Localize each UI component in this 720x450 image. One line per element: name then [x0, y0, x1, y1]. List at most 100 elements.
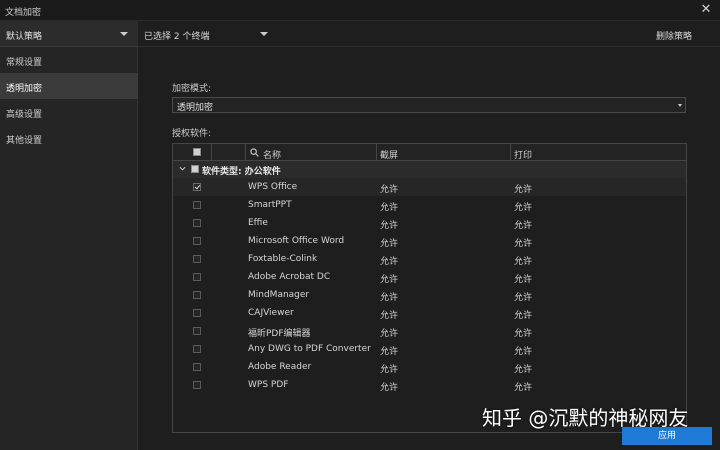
policy-select-value: 默认策略 [6, 32, 43, 42]
table-row[interactable]: Effie 允许 允许 [173, 214, 686, 232]
header-print[interactable]: 打印 [514, 148, 532, 161]
row-screenshot: 允许 [380, 239, 399, 249]
encryption-mode-select[interactable]: 透明加密 [172, 97, 686, 113]
row-name: WPS PDF [248, 380, 289, 390]
row-print: 允许 [514, 203, 533, 213]
row-print: 允许 [514, 185, 533, 195]
authorized-software-label: 授权软件: [172, 129, 212, 139]
row-screenshot: 允许 [380, 347, 399, 357]
title-bar: 文档加密 ✕ [0, 0, 720, 21]
row-checkbox[interactable] [193, 363, 201, 371]
window-title: 文档加密 [5, 8, 42, 18]
chevron-down-icon [120, 32, 128, 36]
row-checkbox[interactable] [193, 327, 201, 335]
group-row: 软件类型: 办公软件 [173, 161, 686, 178]
column-divider [510, 144, 511, 161]
row-name: WPS Office [248, 182, 298, 192]
row-screenshot: 允许 [380, 365, 399, 375]
sidebar-item-other[interactable]: 其他设置 [0, 125, 138, 151]
row-print: 允许 [514, 383, 533, 393]
table-row[interactable]: Any DWG to PDF Converter 允许 允许 [173, 340, 686, 358]
row-screenshot: 允许 [380, 311, 399, 321]
table-row[interactable]: 福昕PDF编辑器 允许 允许 [173, 322, 686, 340]
top-bar: 已选择 2 个终端 删除策略 [138, 21, 720, 47]
row-name: Adobe Reader [248, 362, 312, 372]
row-screenshot: 允许 [380, 275, 399, 285]
encryption-mode-value: 透明加密 [177, 103, 214, 113]
row-print: 允许 [514, 347, 533, 357]
row-screenshot: 允许 [380, 203, 399, 213]
row-checkbox[interactable] [193, 291, 201, 299]
delete-policy-button[interactable]: 删除策略 [656, 29, 692, 42]
header-name[interactable]: 名称 [263, 148, 281, 161]
sidebar-item-advanced[interactable]: 高级设置 [0, 99, 138, 125]
encryption-mode-label: 加密模式: [172, 84, 212, 94]
group-label: 软件类型: 办公软件 [202, 167, 281, 177]
row-checkbox[interactable] [193, 273, 201, 281]
table-row[interactable]: MindManager 允许 允许 [173, 286, 686, 304]
sidebar-nav: 常规设置 透明加密 高级设置 其他设置 [0, 47, 138, 151]
row-print: 允许 [514, 365, 533, 375]
column-divider [245, 144, 246, 161]
row-checkbox[interactable] [193, 237, 201, 245]
software-table: 名称 截屏 打印 软件类型: 办公软件 WPS Office 允许 允许 Sma… [172, 143, 687, 433]
table-header: 名称 截屏 打印 [173, 144, 686, 161]
chevron-down-icon [678, 104, 682, 107]
table-row[interactable]: CAJViewer 允许 允许 [173, 304, 686, 322]
search-icon[interactable] [250, 148, 259, 157]
select-all-checkbox[interactable] [193, 148, 201, 156]
sidebar-item-transparent-encryption[interactable]: 透明加密 [0, 73, 138, 99]
row-name: Any DWG to PDF Converter [248, 344, 371, 354]
chevron-down-icon[interactable] [179, 165, 186, 172]
row-name: Microsoft Office Word [248, 236, 345, 246]
watermark: 知乎 @沉默的神秘网友 [482, 406, 689, 430]
table-row[interactable]: Microsoft Office Word 允许 允许 [173, 232, 686, 250]
close-icon[interactable]: ✕ [698, 2, 714, 18]
row-checkbox[interactable] [193, 381, 201, 389]
row-screenshot: 允许 [380, 329, 399, 339]
row-print: 允许 [514, 311, 533, 321]
sidebar-item-label: 透明加密 [6, 84, 43, 94]
row-print: 允许 [514, 257, 533, 267]
row-name: Foxtable-Colink [248, 254, 318, 264]
row-screenshot: 允许 [380, 185, 399, 195]
row-checkbox[interactable] [193, 255, 201, 263]
row-screenshot: 允许 [380, 221, 399, 231]
row-name: CAJViewer [248, 308, 294, 318]
sidebar-item-label: 常规设置 [6, 58, 43, 68]
sidebar-item-label: 其他设置 [6, 136, 43, 146]
sidebar-item-general[interactable]: 常规设置 [0, 47, 138, 73]
row-name: Effie [248, 218, 268, 228]
header-screenshot[interactable]: 截屏 [380, 148, 398, 161]
row-name: SmartPPT [248, 200, 292, 210]
column-divider [211, 144, 212, 161]
group-checkbox[interactable] [191, 165, 199, 173]
row-name: Adobe Acrobat DC [248, 272, 331, 282]
table-row[interactable]: WPS Office 允许 允许 [173, 178, 686, 196]
column-divider [376, 144, 377, 161]
row-name: 福昕PDF编辑器 [248, 329, 311, 339]
row-checkbox[interactable] [193, 183, 201, 191]
table-row[interactable]: WPS PDF 允许 允许 [173, 376, 686, 394]
terminal-select[interactable]: 已选择 2 个终端 [144, 29, 269, 43]
row-screenshot: 允许 [380, 293, 399, 303]
table-row[interactable]: Foxtable-Colink 允许 允许 [173, 250, 686, 268]
row-checkbox[interactable] [193, 201, 201, 209]
main-panel: 加密模式: 透明加密 授权软件: 名称 截屏 打印 软件类型: 办公软件 WPS… [138, 47, 720, 450]
row-name: MindManager [248, 290, 310, 300]
row-screenshot: 允许 [380, 383, 399, 393]
row-print: 允许 [514, 275, 533, 285]
sidebar: 默认策略 常规设置 透明加密 高级设置 其他设置 [0, 21, 138, 450]
chevron-down-icon [260, 32, 268, 36]
table-row[interactable]: SmartPPT 允许 允许 [173, 196, 686, 214]
row-screenshot: 允许 [380, 257, 399, 267]
table-row[interactable]: Adobe Reader 允许 允许 [173, 358, 686, 376]
policy-select[interactable]: 默认策略 [0, 21, 138, 47]
row-print: 允许 [514, 293, 533, 303]
table-row[interactable]: Adobe Acrobat DC 允许 允许 [173, 268, 686, 286]
row-checkbox[interactable] [193, 309, 201, 317]
sidebar-item-label: 高级设置 [6, 110, 43, 120]
row-print: 允许 [514, 239, 533, 249]
row-checkbox[interactable] [193, 219, 201, 227]
row-checkbox[interactable] [193, 345, 201, 353]
